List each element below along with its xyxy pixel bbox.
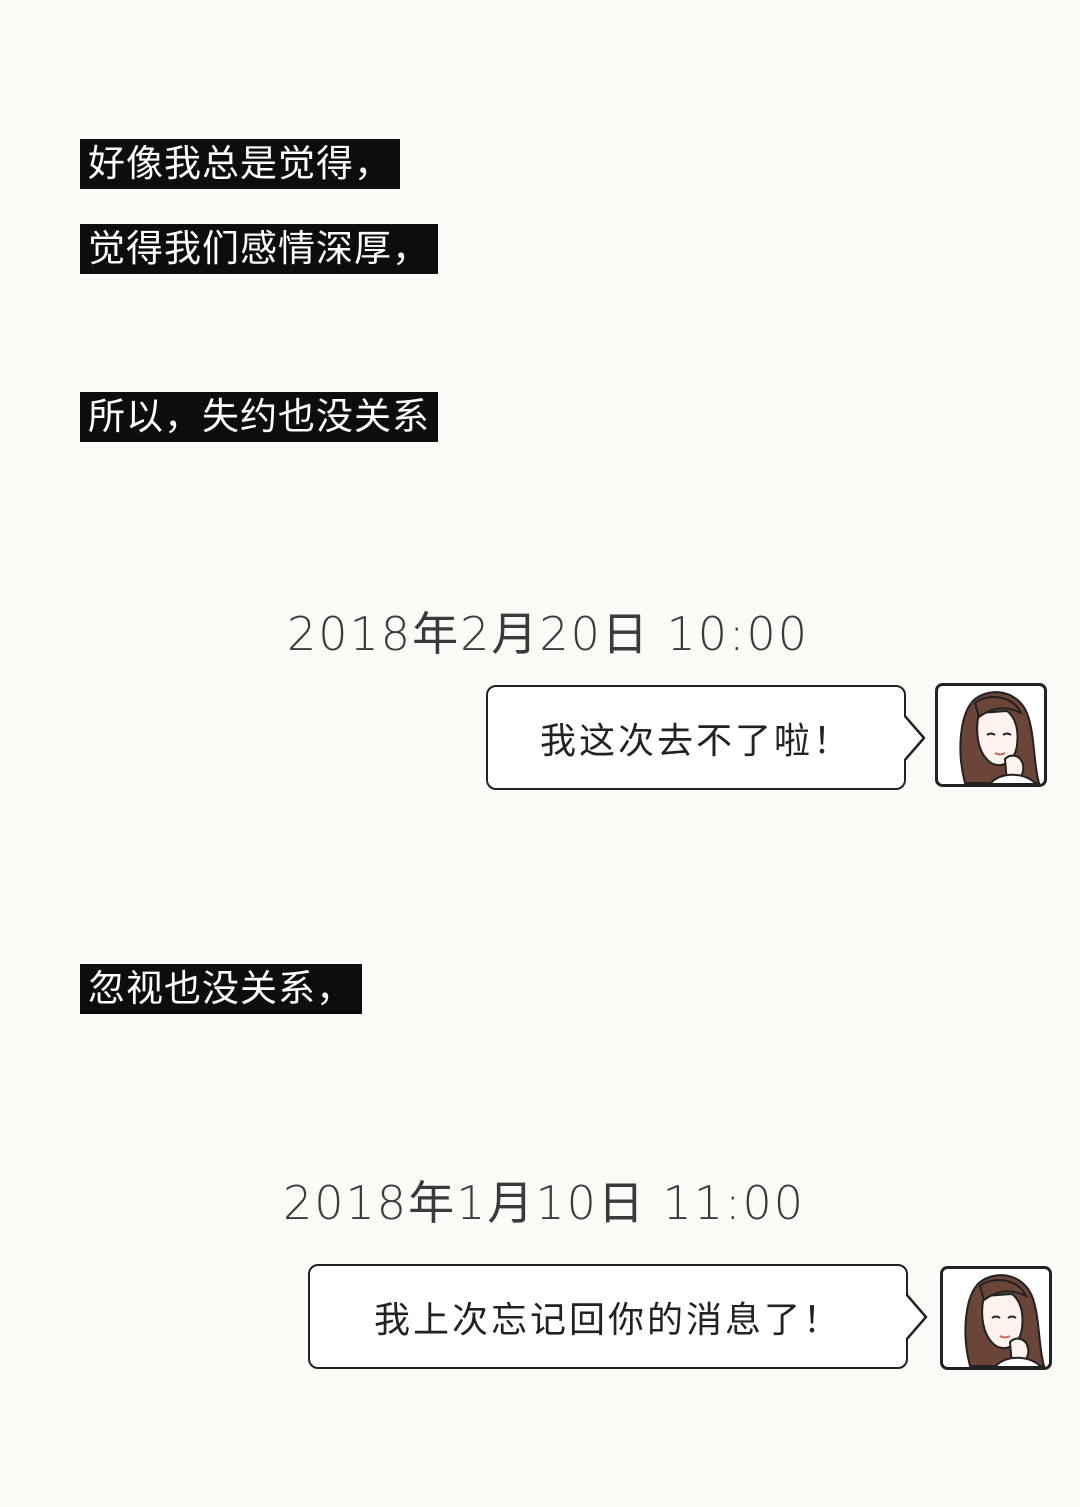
girl-avatar-icon: [935, 683, 1047, 787]
bubble-tail-icon: [906, 1293, 928, 1340]
chat-bubble: 我这次去不了啦！: [486, 685, 926, 790]
caption-line-1: 好像我总是觉得，: [80, 139, 400, 189]
chat-bubble-text: 我这次去不了啦！: [539, 720, 852, 762]
caption-line-4: 忽视也没关系，: [80, 964, 362, 1014]
girl-avatar-icon: [940, 1266, 1052, 1370]
caption-line-3: 所以，失约也没关系: [80, 392, 438, 442]
message-timestamp: 2018年2月20日 10:00: [287, 607, 810, 661]
caption-line-2: 觉得我们感情深厚，: [80, 224, 438, 274]
chat-bubble: 我上次忘记回你的消息了！: [308, 1264, 928, 1369]
message-timestamp: 2018年1月10日 11:00: [283, 1176, 806, 1230]
chat-bubble-text: 我上次忘记回你的消息了！: [373, 1299, 842, 1341]
bubble-tail-icon: [904, 714, 926, 761]
